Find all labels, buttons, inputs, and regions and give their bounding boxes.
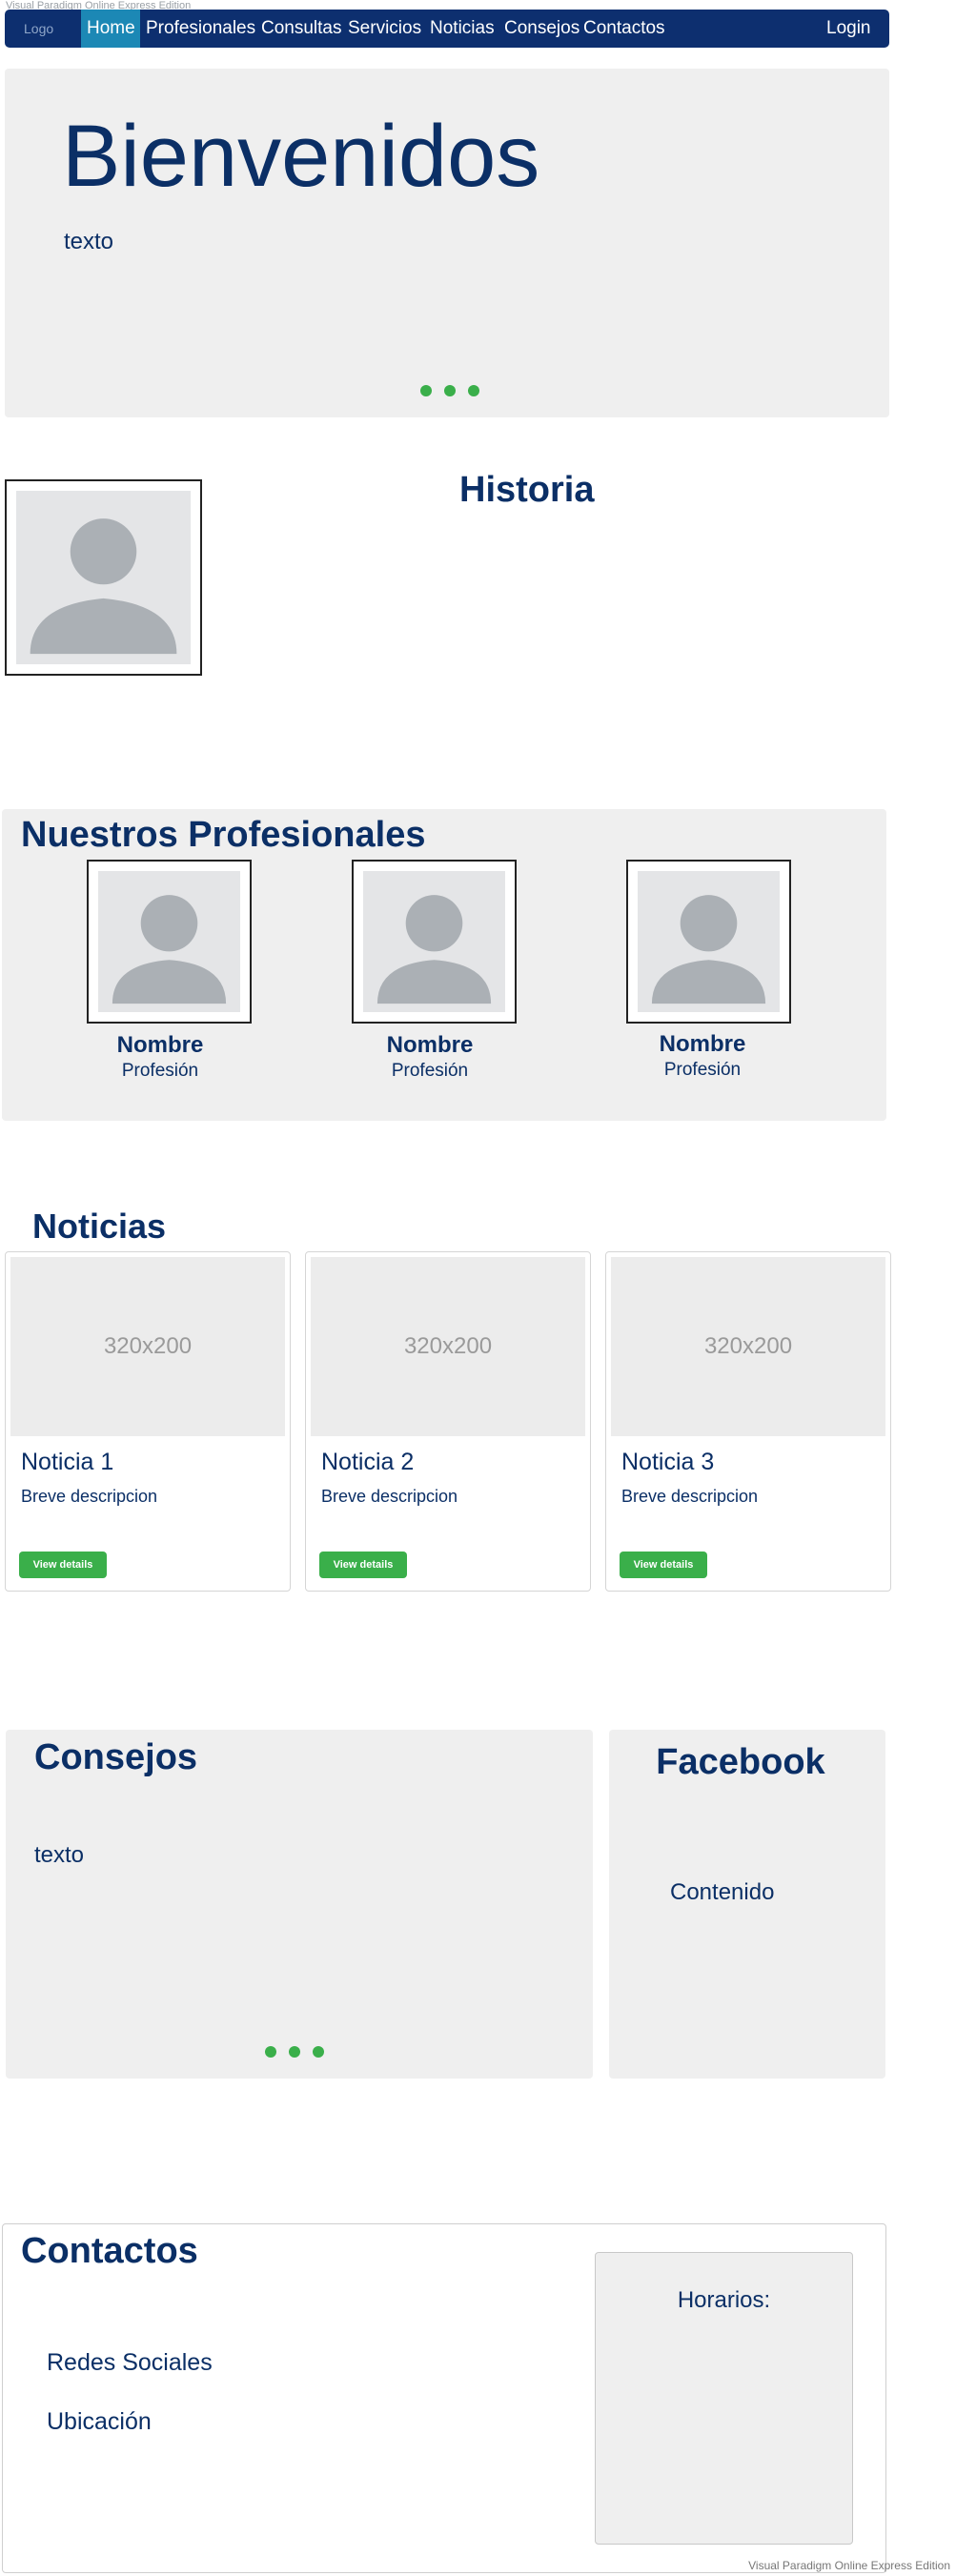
carousel-dot[interactable]	[444, 385, 456, 396]
carousel-dot[interactable]	[289, 2046, 300, 2058]
carousel-dot[interactable]	[265, 2046, 276, 2058]
noticias-title: Noticias	[32, 1207, 167, 1246]
consejos-section	[6, 1730, 593, 2079]
news-description: Breve descripcion	[321, 1487, 458, 1506]
profesionales-title: Nuestros Profesionales	[21, 815, 426, 855]
news-card: 320x200 Noticia 3 Breve descripcion View…	[605, 1251, 891, 1592]
hero-carousel-indicators	[420, 385, 479, 396]
news-card: 320x200 Noticia 2 Breve descripcion View…	[305, 1251, 591, 1592]
facebook-title: Facebook	[656, 1742, 825, 1782]
news-card: 320x200 Noticia 1 Breve descripcion View…	[5, 1251, 291, 1592]
news-title: Noticia 1	[21, 1449, 114, 1475]
consejos-carousel-indicators	[265, 2046, 324, 2058]
profesional-role: Profesión	[121, 1061, 199, 1081]
avatar-placeholder-icon	[16, 491, 191, 664]
hero-title: Bienvenidos	[62, 108, 540, 205]
avatar-placeholder-icon	[638, 871, 780, 1012]
news-description: Breve descripcion	[621, 1487, 759, 1506]
profesional-avatar	[626, 860, 791, 1024]
nav-item-consultas[interactable]: Consultas	[261, 18, 342, 39]
avatar-placeholder-icon	[363, 871, 505, 1012]
profesional-name: Nombre	[386, 1032, 474, 1058]
navbar: Logo Home Profesionales Consultas Servic…	[5, 10, 889, 48]
profesional-avatar	[87, 860, 252, 1024]
redes-sociales-link[interactable]: Redes Sociales	[47, 2349, 213, 2377]
profesional-name: Nombre	[116, 1032, 204, 1058]
nav-item-servicios[interactable]: Servicios	[348, 18, 421, 39]
carousel-dot[interactable]	[420, 385, 432, 396]
news-description: Breve descripcion	[21, 1487, 158, 1506]
nav-item-contactos[interactable]: Contactos	[583, 18, 665, 39]
nav-item-profesionales[interactable]: Profesionales	[146, 18, 255, 39]
profesional-role: Profesión	[663, 1060, 742, 1080]
carousel-dot[interactable]	[313, 2046, 324, 2058]
login-button[interactable]: Login	[826, 18, 871, 39]
profesional-avatar	[352, 860, 517, 1024]
nav-logo[interactable]: Logo	[24, 21, 53, 36]
historia-title: Historia	[459, 470, 595, 510]
nav-item-consejos[interactable]: Consejos	[504, 18, 580, 39]
hero-text: texto	[64, 229, 114, 254]
profesional-role: Profesión	[391, 1061, 469, 1081]
view-details-button[interactable]: View details	[620, 1552, 707, 1578]
news-image-placeholder: 320x200	[311, 1257, 585, 1436]
consejos-title: Consejos	[34, 1737, 198, 1777]
news-title: Noticia 2	[321, 1449, 415, 1475]
news-title: Noticia 3	[621, 1449, 715, 1475]
nav-item-noticias[interactable]: Noticias	[430, 18, 495, 39]
view-details-button[interactable]: View details	[19, 1552, 107, 1578]
ubicacion-link[interactable]: Ubicación	[47, 2408, 152, 2436]
horarios-label: Horarios:	[677, 2287, 771, 2313]
news-image-placeholder: 320x200	[10, 1257, 285, 1436]
carousel-dot[interactable]	[468, 385, 479, 396]
contactos-title: Contactos	[21, 2231, 198, 2271]
historia-image	[5, 479, 202, 676]
profesional-name: Nombre	[659, 1031, 746, 1057]
consejos-text: texto	[34, 1842, 85, 1868]
watermark-bottom: Visual Paradigm Online Express Edition	[748, 2559, 950, 2572]
avatar-placeholder-icon	[98, 871, 240, 1012]
facebook-content: Contenido	[670, 1879, 775, 1905]
nav-item-home[interactable]: Home	[87, 18, 135, 39]
news-image-placeholder: 320x200	[611, 1257, 885, 1436]
view-details-button[interactable]: View details	[319, 1552, 407, 1578]
